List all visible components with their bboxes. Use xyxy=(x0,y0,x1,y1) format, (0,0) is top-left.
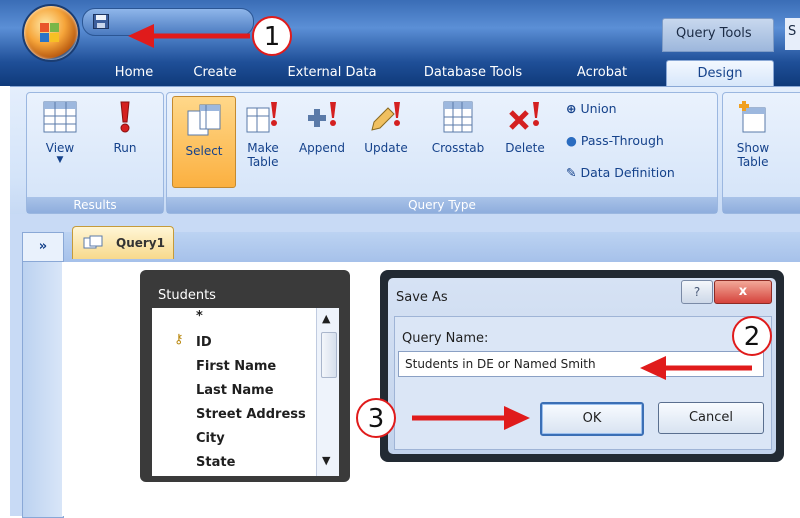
callout-3: 3 xyxy=(356,398,396,438)
arrow-1 xyxy=(128,24,250,48)
annotation-arrows xyxy=(128,24,752,430)
callout-1: 1 xyxy=(252,16,292,56)
callout-2: 2 xyxy=(732,316,772,356)
arrow-2 xyxy=(640,356,752,380)
arrow-3 xyxy=(412,406,530,430)
